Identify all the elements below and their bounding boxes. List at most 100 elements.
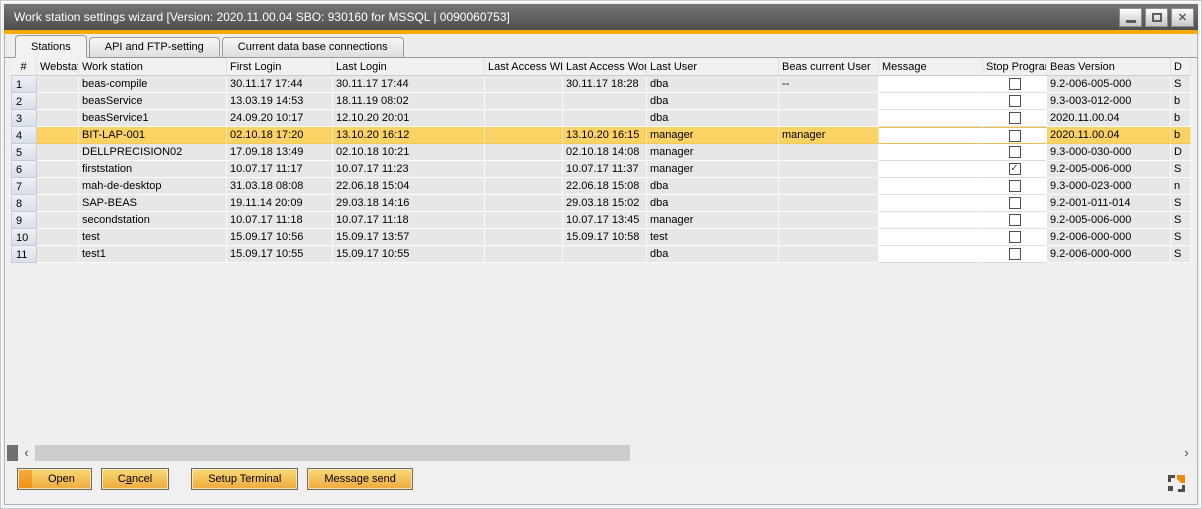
message-field[interactable] bbox=[879, 127, 983, 144]
cell-beas_version[interactable]: 9.3-000-023-000 bbox=[1047, 178, 1171, 195]
cell-beas_current_user[interactable] bbox=[779, 212, 879, 229]
cell-work_station[interactable]: test1 bbox=[79, 246, 227, 263]
cell-webstatus[interactable] bbox=[37, 195, 79, 212]
cell-webstatus[interactable] bbox=[37, 76, 79, 93]
cell-webstatus[interactable] bbox=[37, 212, 79, 229]
table-row[interactable]: 3beasService124.09.20 10:1712.10.20 20:0… bbox=[11, 110, 1191, 127]
cell-beas_current_user[interactable] bbox=[779, 93, 879, 110]
cell-last_access_work[interactable]: 10.07.17 11:37 bbox=[563, 161, 647, 178]
cell-last_access_web[interactable] bbox=[485, 161, 563, 178]
message-field[interactable] bbox=[879, 93, 983, 110]
cell-beas_version[interactable]: 9.3-000-030-000 bbox=[1047, 144, 1171, 161]
cell-last_access_work[interactable]: 02.10.18 14:08 bbox=[563, 144, 647, 161]
cell-last_user[interactable]: dba bbox=[647, 246, 779, 263]
cell-last_login[interactable]: 12.10.20 20:01 bbox=[333, 110, 485, 127]
cell-work_station[interactable]: beasService bbox=[79, 93, 227, 110]
cell-webstatus[interactable] bbox=[37, 144, 79, 161]
row-number[interactable]: 8 bbox=[11, 195, 37, 212]
column-header-work_station[interactable]: Work station bbox=[79, 58, 227, 76]
minimize-button[interactable] bbox=[1119, 8, 1142, 27]
table-row[interactable]: 2beasService13.03.19 14:5318.11.19 08:02… bbox=[11, 93, 1191, 110]
cell-webstatus[interactable] bbox=[37, 246, 79, 263]
cell-work_station[interactable]: test bbox=[79, 229, 227, 246]
cell-beas_version[interactable]: 9.2-001-011-014 bbox=[1047, 195, 1171, 212]
cell-beas_current_user[interactable] bbox=[779, 178, 879, 195]
stop-program-cell[interactable] bbox=[983, 76, 1047, 93]
row-number[interactable]: 7 bbox=[11, 178, 37, 195]
cell-beas_version[interactable]: 9.3-003-012-000 bbox=[1047, 93, 1171, 110]
column-header-first_login[interactable]: First Login bbox=[227, 58, 333, 76]
cell-first_login[interactable]: 15.09.17 10:56 bbox=[227, 229, 333, 246]
cell-last_user[interactable]: manager bbox=[647, 161, 779, 178]
cell-last_user[interactable]: dba bbox=[647, 178, 779, 195]
cell-webstatus[interactable] bbox=[37, 93, 79, 110]
cell-beas_version[interactable]: 9.2-005-006-000 bbox=[1047, 161, 1171, 178]
cell-beas_current_user[interactable]: -- bbox=[779, 76, 879, 93]
table-row[interactable]: 8SAP-BEAS19.11.14 20:0929.03.18 14:1629.… bbox=[11, 195, 1191, 212]
cell-last_access_work[interactable]: 15.09.17 10:58 bbox=[563, 229, 647, 246]
stop-program-cell[interactable] bbox=[983, 93, 1047, 110]
stop-program-checkbox[interactable] bbox=[1009, 112, 1021, 124]
cell-last_access_work[interactable]: 13.10.20 16:15 bbox=[563, 127, 647, 144]
cell-last_access_web[interactable] bbox=[485, 246, 563, 263]
maximize-button[interactable] bbox=[1145, 8, 1168, 27]
message-send-button[interactable]: Message send bbox=[307, 468, 413, 490]
column-header-stop_program[interactable]: Stop Program bbox=[983, 58, 1047, 76]
stop-program-cell[interactable] bbox=[983, 178, 1047, 195]
stop-program-cell[interactable] bbox=[983, 229, 1047, 246]
cell-last_login[interactable]: 22.06.18 15:04 bbox=[333, 178, 485, 195]
cell-beas_version[interactable]: 9.2-006-005-000 bbox=[1047, 76, 1171, 93]
scrollbar-track[interactable] bbox=[630, 445, 1178, 461]
expand-window-icon[interactable] bbox=[1168, 475, 1185, 492]
cell-work_station[interactable]: beas-compile bbox=[79, 76, 227, 93]
cell-d[interactable]: b bbox=[1171, 127, 1191, 144]
cell-last_access_work[interactable] bbox=[563, 110, 647, 127]
cell-last_access_web[interactable] bbox=[485, 144, 563, 161]
cell-beas_current_user[interactable] bbox=[779, 246, 879, 263]
stop-program-checkbox[interactable] bbox=[1009, 146, 1021, 158]
table-row[interactable]: 10test15.09.17 10:5615.09.17 13:5715.09.… bbox=[11, 229, 1191, 246]
cell-d[interactable]: S bbox=[1171, 76, 1191, 93]
cell-d[interactable]: S bbox=[1171, 195, 1191, 212]
cell-last_access_web[interactable] bbox=[485, 229, 563, 246]
cell-last_access_work[interactable]: 29.03.18 15:02 bbox=[563, 195, 647, 212]
stop-program-checkbox[interactable] bbox=[1009, 231, 1021, 243]
scroll-left-button[interactable]: ‹ bbox=[18, 445, 35, 461]
cell-last_access_work[interactable] bbox=[563, 246, 647, 263]
column-header-last_login[interactable]: Last Login bbox=[333, 58, 485, 76]
cell-beas_current_user[interactable] bbox=[779, 144, 879, 161]
cell-work_station[interactable]: firststation bbox=[79, 161, 227, 178]
row-number[interactable]: 6 bbox=[11, 161, 37, 178]
cell-first_login[interactable]: 31.03.18 08:08 bbox=[227, 178, 333, 195]
message-field[interactable] bbox=[879, 110, 983, 127]
cancel-button[interactable]: Cancel bbox=[101, 468, 169, 490]
stop-program-checkbox[interactable] bbox=[1009, 214, 1021, 226]
stop-program-cell[interactable] bbox=[983, 127, 1047, 144]
cell-last_login[interactable]: 18.11.19 08:02 bbox=[333, 93, 485, 110]
cell-first_login[interactable]: 10.07.17 11:18 bbox=[227, 212, 333, 229]
cell-last_login[interactable]: 10.07.17 11:18 bbox=[333, 212, 485, 229]
cell-d[interactable]: S bbox=[1171, 212, 1191, 229]
message-field[interactable] bbox=[879, 178, 983, 195]
cell-last_login[interactable]: 02.10.18 10:21 bbox=[333, 144, 485, 161]
message-field[interactable] bbox=[879, 76, 983, 93]
cell-last_access_work[interactable]: 22.06.18 15:08 bbox=[563, 178, 647, 195]
cell-last_login[interactable]: 30.11.17 17:44 bbox=[333, 76, 485, 93]
row-number[interactable]: 3 bbox=[11, 110, 37, 127]
column-header-num[interactable]: # bbox=[11, 58, 37, 76]
stop-program-cell[interactable] bbox=[983, 212, 1047, 229]
cell-d[interactable]: S bbox=[1171, 229, 1191, 246]
cell-last_login[interactable]: 29.03.18 14:16 bbox=[333, 195, 485, 212]
cell-last_user[interactable]: test bbox=[647, 229, 779, 246]
cell-last_login[interactable]: 15.09.17 10:55 bbox=[333, 246, 485, 263]
stop-program-cell[interactable] bbox=[983, 144, 1047, 161]
cell-first_login[interactable]: 30.11.17 17:44 bbox=[227, 76, 333, 93]
column-header-last_access_web[interactable]: Last Access WEB bbox=[485, 58, 563, 76]
cell-beas_version[interactable]: 9.2-005-006-000 bbox=[1047, 212, 1171, 229]
cell-last_access_web[interactable] bbox=[485, 127, 563, 144]
cell-webstatus[interactable] bbox=[37, 110, 79, 127]
cell-last_user[interactable]: dba bbox=[647, 195, 779, 212]
message-field[interactable] bbox=[879, 144, 983, 161]
cell-last_access_web[interactable] bbox=[485, 110, 563, 127]
cell-beas_current_user[interactable] bbox=[779, 110, 879, 127]
